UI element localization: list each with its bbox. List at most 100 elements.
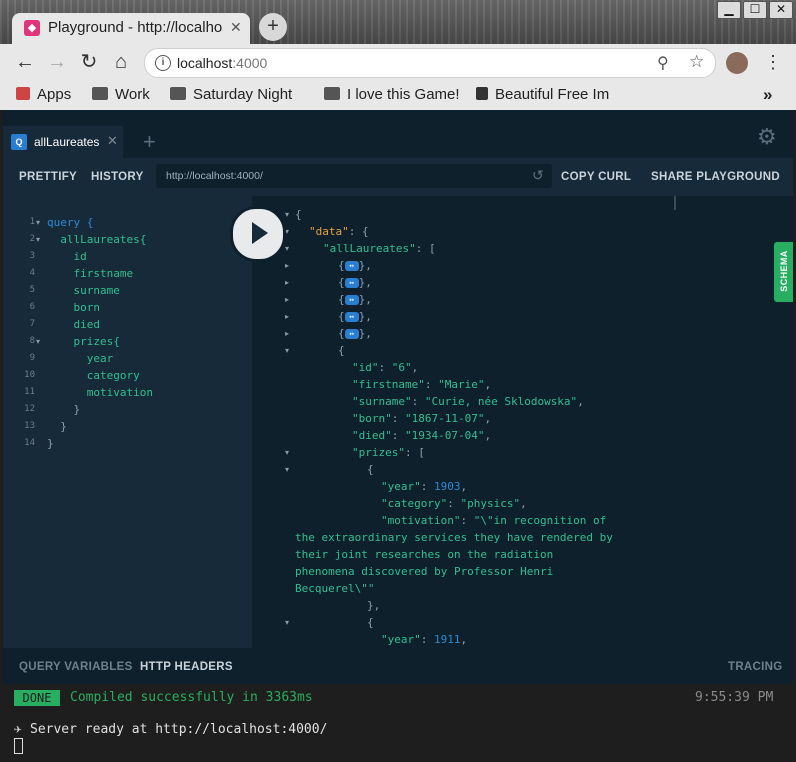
close-window-button[interactable]: ✕ bbox=[769, 1, 793, 19]
menu-dots-icon[interactable]: ⋮ bbox=[764, 51, 782, 73]
line-number: 5 bbox=[29, 285, 35, 295]
json-field-born: "born": "1867-11-07", bbox=[352, 412, 492, 425]
endpoint-url: http://localhost:4000/ bbox=[166, 170, 263, 182]
history-button[interactable]: HISTORY bbox=[91, 169, 144, 185]
folder-icon bbox=[92, 87, 108, 100]
line-number: 2 bbox=[29, 234, 35, 244]
share-playground-button[interactable]: SHARE PLAYGROUND bbox=[651, 169, 780, 185]
reload-schema-icon[interactable]: ↺ bbox=[532, 167, 544, 184]
collapsed-object[interactable]: {↔}, bbox=[338, 291, 372, 308]
collapsed-object[interactable]: {↔}, bbox=[338, 257, 372, 274]
json-motivation-line: Becquerel\"" bbox=[295, 582, 375, 595]
execute-query-button[interactable] bbox=[230, 206, 286, 262]
compiled-message: Compiled successfully in 3363ms bbox=[70, 690, 313, 705]
fold-arrow-icon[interactable]: ▾ bbox=[285, 614, 289, 631]
fold-arrow-icon[interactable]: ▾ bbox=[36, 333, 40, 350]
collapsed-object[interactable]: {↔}, bbox=[338, 274, 372, 291]
query-variables-tab[interactable]: QUERY VARIABLES bbox=[19, 659, 133, 675]
tab-label: allLaureates bbox=[34, 135, 100, 149]
fold-arrow-icon[interactable]: ▾ bbox=[285, 206, 289, 223]
close-icon[interactable]: ✕ bbox=[230, 19, 242, 36]
bookmark-i-love-this-game[interactable]: I love this Game! bbox=[324, 86, 460, 104]
json-field-category: "category": "physics", bbox=[381, 497, 527, 510]
bookmark-beautiful-free[interactable]: Beautiful Free Im bbox=[476, 86, 610, 104]
fold-arrow-icon[interactable]: ▾ bbox=[285, 444, 289, 461]
json-field-died: "died": "1934-07-04", bbox=[352, 429, 492, 442]
add-tab-button[interactable]: + bbox=[143, 130, 156, 154]
fold-arrow-icon[interactable]: ▾ bbox=[285, 342, 289, 359]
playground-tabbar: Q allLaureates ✕ + ⚙ bbox=[3, 110, 793, 158]
playground-bottom-bar: QUERY VARIABLES HTTP HEADERS TRACING bbox=[3, 648, 793, 684]
close-icon[interactable]: ✕ bbox=[107, 133, 118, 149]
bookmarks-bar: Apps Work Saturday Night I love this Gam… bbox=[0, 80, 796, 110]
result-scrollbar[interactable] bbox=[674, 196, 676, 210]
http-headers-tab[interactable]: HTTP HEADERS bbox=[140, 659, 233, 675]
query-line: } bbox=[47, 437, 54, 450]
play-icon bbox=[252, 222, 268, 244]
back-arrow-icon[interactable]: ← bbox=[13, 51, 37, 73]
expand-icon[interactable]: ↔ bbox=[344, 261, 359, 271]
schema-button[interactable]: SCHEMA bbox=[774, 242, 793, 302]
browser-tab[interactable]: ◆ Playground - http://localhost:4000 ✕ bbox=[12, 13, 250, 44]
forward-arrow-icon[interactable]: → bbox=[45, 51, 69, 73]
fold-arrow-icon[interactable]: ▸ bbox=[285, 325, 289, 342]
folder-icon bbox=[170, 87, 186, 100]
query-line: } bbox=[47, 420, 67, 433]
fold-arrow-icon[interactable]: ▾ bbox=[36, 231, 40, 248]
bookmarks-overflow-button[interactable]: » bbox=[763, 86, 772, 104]
new-tab-button[interactable]: + bbox=[259, 13, 287, 41]
line-number: 14 bbox=[24, 438, 35, 448]
copy-curl-button[interactable]: COPY CURL bbox=[561, 169, 631, 185]
expand-icon[interactable]: ↔ bbox=[344, 312, 359, 322]
bookmark-star-icon[interactable]: ☆ bbox=[689, 52, 704, 72]
collapsed-object[interactable]: {↔}, bbox=[338, 308, 372, 325]
line-number: 12 bbox=[24, 404, 35, 414]
json-motivation-line: their joint researches on the radiation bbox=[295, 548, 554, 561]
line-number: 13 bbox=[24, 421, 35, 431]
json-field-id: "id": "6", bbox=[352, 361, 419, 374]
line-number: 10 bbox=[24, 370, 35, 380]
endpoint-input[interactable]: http://localhost:4000/ ↺ bbox=[156, 164, 552, 188]
collapsed-object[interactable]: {↔}, bbox=[338, 325, 372, 342]
json-field-prizes: "prizes": [ bbox=[352, 446, 425, 459]
fold-arrow-icon[interactable]: ▸ bbox=[285, 308, 289, 325]
query-editor[interactable]: 1 ▾ 2 ▾ 3 4 5 6 7 8 ▾ 9 10 11 12 13 14 q… bbox=[3, 196, 252, 648]
playground-toolbar: PRETTIFY HISTORY http://localhost:4000/ … bbox=[3, 158, 793, 196]
folder-icon bbox=[324, 87, 340, 100]
site-favicon-icon bbox=[476, 87, 488, 100]
bookmark-apps[interactable]: Apps bbox=[16, 86, 71, 104]
json-brace: { bbox=[338, 344, 345, 357]
query-line: firstname bbox=[47, 267, 134, 280]
json-field-motivation: "motivation": "\"in recognition of bbox=[381, 514, 607, 527]
timestamp: 9:55:39 PM bbox=[695, 690, 774, 705]
expand-icon[interactable]: ↔ bbox=[344, 278, 359, 288]
fold-arrow-icon[interactable]: ▾ bbox=[285, 461, 289, 478]
fold-arrow-icon[interactable]: ▾ bbox=[285, 240, 289, 257]
bookmark-work[interactable]: Work bbox=[92, 86, 150, 104]
maximize-button[interactable]: ☐ bbox=[743, 1, 767, 19]
line-number: 9 bbox=[29, 353, 35, 363]
expand-icon[interactable]: ↔ bbox=[344, 295, 359, 305]
fold-arrow-icon[interactable]: ▸ bbox=[285, 274, 289, 291]
tab-all-laureates[interactable]: Q allLaureates ✕ bbox=[3, 126, 123, 158]
terminal-cursor bbox=[14, 738, 23, 754]
bookmark-saturday-night[interactable]: Saturday Night bbox=[170, 86, 308, 104]
prettify-button[interactable]: PRETTIFY bbox=[19, 169, 77, 185]
gear-icon[interactable]: ⚙ bbox=[757, 124, 777, 150]
info-icon[interactable]: i bbox=[155, 55, 171, 71]
line-number: 4 bbox=[29, 268, 35, 278]
fold-arrow-icon[interactable]: ▸ bbox=[285, 257, 289, 274]
tracing-tab[interactable]: TRACING bbox=[728, 659, 783, 675]
query-line: surname bbox=[47, 284, 120, 297]
home-icon[interactable]: ⌂ bbox=[109, 51, 133, 73]
profile-avatar[interactable] bbox=[726, 52, 748, 74]
address-bar[interactable]: i localhost:4000 ⚲ ☆ bbox=[144, 48, 716, 78]
terminal-panel: DONE Compiled successfully in 3363ms 9:5… bbox=[0, 684, 796, 762]
json-field-firstname: "firstname": "Marie", bbox=[352, 378, 492, 391]
fold-arrow-icon[interactable]: ▸ bbox=[285, 291, 289, 308]
fold-arrow-icon[interactable]: ▾ bbox=[36, 214, 40, 231]
reload-icon[interactable]: ↻ bbox=[77, 51, 101, 73]
expand-icon[interactable]: ↔ bbox=[344, 329, 359, 339]
minimize-button[interactable]: ▁ bbox=[717, 1, 741, 19]
zoom-icon[interactable]: ⚲ bbox=[657, 53, 669, 73]
